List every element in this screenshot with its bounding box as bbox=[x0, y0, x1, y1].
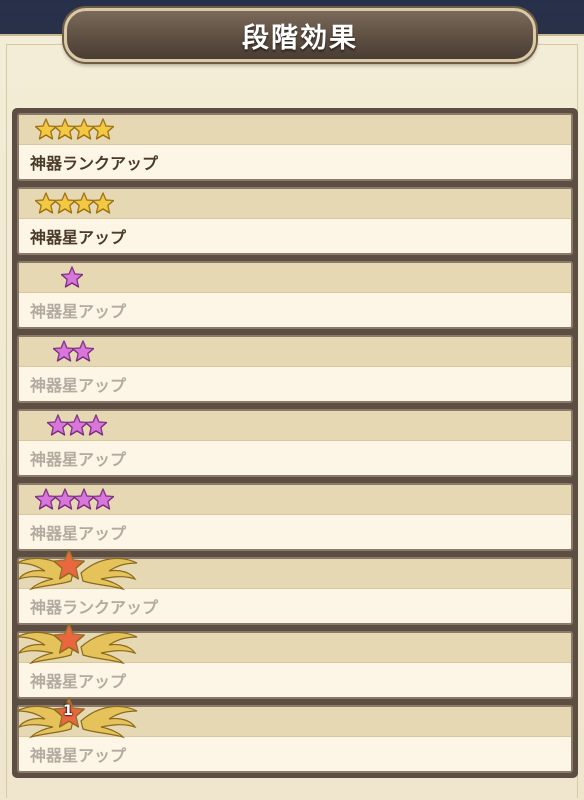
red-star-icon bbox=[53, 549, 85, 581]
pink-star-rating bbox=[61, 266, 83, 288]
gold-star-rating bbox=[35, 192, 114, 214]
effect-label: 神器星アップ bbox=[30, 524, 127, 543]
effect-label: 神器ランクアップ bbox=[30, 154, 159, 173]
star-icon bbox=[61, 266, 83, 288]
effect-label: 神器星アップ bbox=[30, 302, 127, 321]
effect-label: 神器ランクアップ bbox=[30, 598, 159, 617]
effect-row-header bbox=[19, 485, 571, 515]
effect-label: 神器星アップ bbox=[30, 228, 127, 247]
effect-list-container[interactable]: 神器ランクアップ 神器星アップ 神器星アップ 神器星アップ 神器星アップ 神器星アップ 神器… bbox=[12, 108, 578, 778]
effect-label: 神器星アップ bbox=[30, 376, 127, 395]
effect-row-header: 1 bbox=[16, 697, 571, 739]
effect-label: 神器星アップ bbox=[30, 450, 127, 469]
effect-row-header bbox=[19, 263, 571, 293]
star-icon bbox=[72, 340, 94, 362]
effect-row: 神器星アップ bbox=[17, 187, 573, 255]
effect-row: 神器ランクアップ bbox=[17, 113, 573, 181]
effect-row: 1 神器星アップ bbox=[16, 697, 573, 773]
effect-row: 神器ランクアップ bbox=[16, 549, 573, 625]
effect-row-header bbox=[19, 189, 571, 219]
winged-star-badge: 1 bbox=[15, 695, 139, 741]
winged-star-badge bbox=[15, 621, 139, 667]
red-star-icon bbox=[53, 623, 85, 655]
effect-row: 神器星アップ bbox=[17, 483, 573, 551]
pink-star-rating bbox=[53, 340, 94, 362]
star-icon bbox=[92, 118, 114, 140]
effect-row: 神器星アップ bbox=[17, 261, 573, 329]
effect-label: 神器星アップ bbox=[30, 746, 127, 765]
effect-row: 神器星アップ bbox=[17, 409, 573, 477]
effect-row-header bbox=[19, 337, 571, 367]
star-icon bbox=[92, 488, 114, 510]
effect-row: 神器星アップ bbox=[16, 623, 573, 699]
effect-row-header bbox=[19, 115, 571, 145]
effect-row-header bbox=[16, 549, 571, 591]
effect-list: 神器ランクアップ 神器星アップ 神器星アップ 神器星アップ 神器星アップ 神器星アップ 神器… bbox=[16, 113, 573, 773]
badge-number: 1 bbox=[63, 703, 73, 719]
pink-star-rating bbox=[47, 414, 107, 436]
effect-row: 神器星アップ bbox=[17, 335, 573, 403]
page-title: 段階効果 bbox=[242, 22, 358, 54]
effect-row-header bbox=[19, 411, 571, 441]
title-banner: 段階効果 bbox=[64, 8, 536, 62]
effect-row-header bbox=[16, 623, 571, 665]
gold-star-rating bbox=[35, 118, 114, 140]
star-icon bbox=[85, 414, 107, 436]
star-icon bbox=[92, 192, 114, 214]
effect-label: 神器星アップ bbox=[30, 672, 127, 691]
winged-star-badge bbox=[15, 547, 139, 593]
pink-star-rating bbox=[35, 488, 114, 510]
